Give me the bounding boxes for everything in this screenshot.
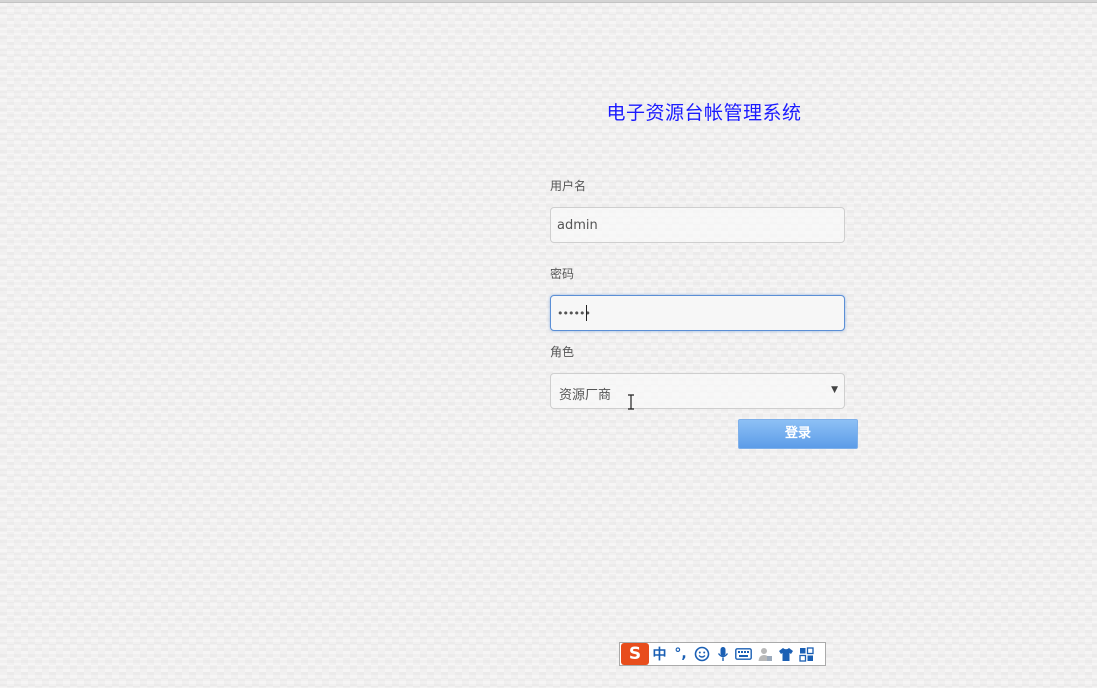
- password-input[interactable]: [550, 295, 845, 331]
- username-label: 用户名: [550, 179, 587, 193]
- window-top-border: [0, 0, 1097, 3]
- text-caret: [586, 305, 587, 321]
- toolbox-icon[interactable]: [796, 643, 817, 665]
- password-label: 密码: [550, 267, 575, 281]
- text-cursor-icon: [628, 394, 634, 410]
- chevron-down-icon: ▼: [831, 385, 838, 395]
- role-select-value: 资源厂商: [559, 388, 612, 403]
- sogou-logo-icon[interactable]: S: [621, 643, 649, 665]
- login-button[interactable]: 登录: [738, 419, 858, 449]
- username-input[interactable]: [550, 207, 845, 243]
- skin-icon[interactable]: [775, 643, 796, 665]
- ime-toolbar: S 中 °,: [619, 642, 826, 666]
- emoji-icon[interactable]: [691, 643, 712, 665]
- ime-mode-toggle[interactable]: 中: [649, 643, 670, 665]
- microphone-icon[interactable]: [712, 643, 733, 665]
- page-title: 电子资源台帐管理系统: [606, 102, 802, 124]
- role-select[interactable]: 资源厂商 ▼: [550, 373, 845, 409]
- role-label: 角色: [550, 345, 575, 359]
- user-icon[interactable]: [754, 643, 775, 665]
- punctuation-toggle[interactable]: °,: [670, 643, 691, 665]
- keyboard-icon[interactable]: [733, 643, 754, 665]
